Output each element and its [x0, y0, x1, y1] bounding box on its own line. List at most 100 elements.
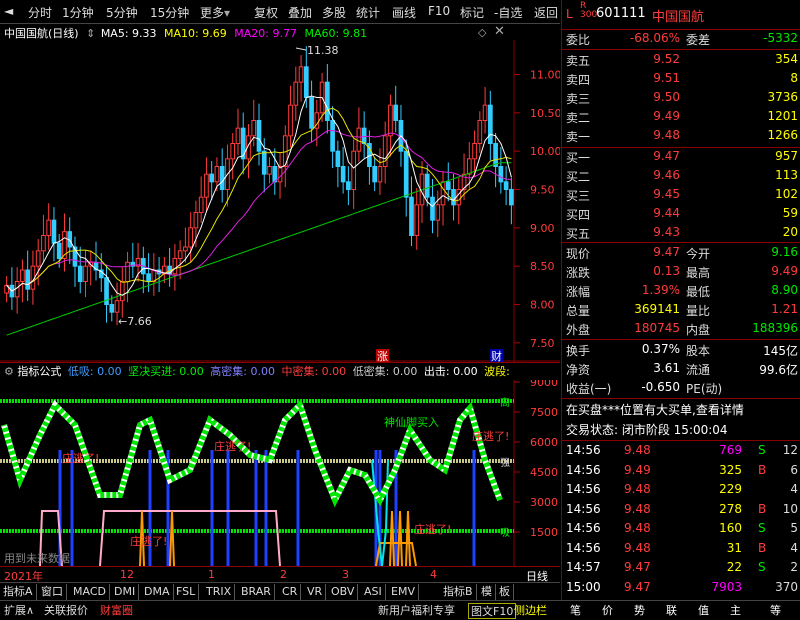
info-row: 收益(一) -0.650 PE(动) [566, 379, 798, 398]
info-value: 3.61 [653, 361, 680, 375]
tool-biaoji[interactable]: 标记 [460, 4, 484, 21]
tab-more[interactable]: 更多▾ [200, 4, 230, 21]
big-order-notice[interactable]: 在买盘***位置有大买单,查看详情 [566, 400, 798, 419]
tab-brar[interactable]: BRAR [238, 584, 275, 600]
settings-diamond-icon[interactable]: ◇ [478, 26, 486, 39]
tick-price: 9.48 [624, 443, 651, 457]
tab-5min[interactable]: 5分钟 [106, 4, 138, 21]
stat-key: 涨幅 [566, 285, 591, 299]
tick-time: 14:56 [566, 501, 601, 516]
candlestick-chart[interactable]: 11.00 10.50 10.00 9.50 9.00 8.50 8.00 7.50 11.3… [0, 40, 560, 362]
tick-count: 4 [790, 540, 798, 555]
bid-label: 买五 [566, 227, 591, 241]
close-icon[interactable]: ✕ [494, 24, 505, 39]
tab-dmi[interactable]: DMI [111, 584, 140, 600]
tick-time: 14:56 [566, 462, 601, 477]
tool-f10[interactable]: F10 [428, 4, 450, 18]
tab-1min[interactable]: 1分钟 [62, 4, 94, 21]
tab-zhibiao-a[interactable]: 指标A [0, 584, 37, 600]
stat-key: 涨跌 [566, 266, 591, 280]
candle-body [51, 219, 57, 244]
tick-price: 9.47 [624, 579, 651, 594]
stat-key: 内盘 [686, 323, 711, 337]
bid-volume: 102 [775, 187, 798, 201]
main-icon[interactable]: 主 [730, 603, 741, 619]
tab-dma[interactable]: DMA [141, 584, 174, 600]
tab-macd[interactable]: MACD [70, 584, 110, 600]
tool-fuquan[interactable]: 复权 [254, 4, 278, 21]
tab-ban[interactable]: 板 [496, 584, 514, 600]
tab-emv[interactable]: EMV [388, 584, 419, 600]
svg-text:财: 财 [491, 349, 502, 362]
value-icon[interactable]: 值 [698, 603, 709, 619]
new-user-link[interactable]: 新用户福利专享 [378, 603, 455, 619]
tool-huaxian[interactable]: 画线 [392, 4, 416, 21]
indicator-name[interactable]: 指标公式 [17, 365, 61, 378]
tab-zhibiao-b[interactable]: 指标B [440, 584, 477, 600]
candle-body [256, 120, 262, 152]
tab-15min[interactable]: 15分钟 [150, 4, 189, 21]
tick-volume: 31 [726, 540, 742, 555]
info-key: 换手 [566, 344, 591, 358]
related-quote-link[interactable]: 关联报价 [44, 603, 88, 619]
tool-duogu[interactable]: 多股 [322, 4, 346, 21]
tick-count: 2 [790, 560, 798, 574]
ask-price: 9.51 [653, 71, 680, 85]
ask-row: 卖一 9.48 1266 [566, 127, 798, 146]
tool-zixuan[interactable]: -自选 [494, 4, 522, 21]
stat-row: 涨跌 0.13 最高 9.49 [566, 263, 798, 282]
tab-fenshi[interactable]: 分时 [28, 4, 52, 21]
tab-fsl[interactable]: FSL [173, 584, 200, 600]
tab-mo[interactable]: 模 [478, 584, 496, 600]
trend-icon[interactable]: 势 [634, 603, 645, 619]
candle-body [35, 250, 41, 267]
info-key: 净资 [566, 363, 591, 377]
ma-chevron-icon[interactable]: ⇕ [86, 27, 95, 40]
stat-value: 1.21 [771, 302, 798, 316]
link-icon[interactable]: 联 [666, 603, 677, 619]
tab-cr[interactable]: CR [279, 584, 302, 600]
tool-fanhui[interactable]: 返回 [534, 4, 558, 21]
tool-tongji[interactable]: 统计 [356, 4, 380, 21]
tool-diejia[interactable]: 叠加 [288, 4, 312, 21]
tick-count: 12 [782, 443, 798, 457]
candle-body [193, 212, 199, 229]
price-axis-label: 9.50 [530, 184, 555, 197]
indicator-gear-icon[interactable]: ⚙ [4, 365, 14, 378]
stat-row: 涨幅 1.39% 最低 8.90 [566, 282, 798, 301]
tick-row: 14:56 9.49 325 B 6 [566, 462, 798, 481]
back-arrow-icon[interactable]: ◄ [4, 4, 13, 18]
candle-body [403, 150, 409, 198]
stock-name[interactable]: 中国国航 [652, 6, 704, 25]
candle-body [41, 235, 46, 252]
ask-volume: 354 [775, 52, 798, 66]
candle-body [451, 189, 456, 206]
time-axis: 2021年 12 1 2 3 4 日线 [0, 566, 560, 583]
info-row: 净资 3.61 流通 99.6亿 [566, 360, 798, 379]
tick-time: 14:56 [566, 540, 601, 555]
etc-icon[interactable]: 等 [770, 603, 781, 619]
stat-value: 9.47 [653, 245, 680, 259]
indicator-chart[interactable]: 9000 7500 6000 4500 3000 1500 庄逃了! 庄逃了! 神仙脚买入… [0, 380, 560, 566]
expand-button[interactable]: 扩展∧ [4, 603, 34, 619]
stat-value: 8.90 [771, 283, 798, 297]
candle-body [477, 120, 483, 144]
xaxis-3: 3 [342, 568, 349, 581]
wealth-circle-link[interactable]: 财富圈 [100, 603, 133, 619]
stat-row: 总量 369141 量比 1.21 [566, 301, 798, 320]
f10-image-link[interactable]: 图文F10 [468, 603, 517, 619]
sidebar-toggle[interactable]: 侧边栏 [514, 603, 547, 619]
price-icon[interactable]: 价 [602, 603, 613, 619]
tick-volume: 229 [719, 482, 742, 496]
xaxis-4: 4 [430, 568, 437, 581]
tab-chuangkou[interactable]: 窗口 [38, 584, 67, 600]
candle-body [482, 104, 488, 121]
price-axis-label: 8.50 [530, 260, 555, 273]
tab-vr[interactable]: VR [304, 584, 327, 600]
ask-volume: 1266 [767, 128, 798, 142]
tab-obv[interactable]: OBV [328, 584, 359, 600]
tab-trix[interactable]: TRIX [203, 584, 236, 600]
pen-icon[interactable]: 笔 [570, 603, 581, 619]
tick-row: 15:00 9.47 7903 370 [566, 579, 798, 598]
tab-asi[interactable]: ASI [361, 584, 386, 600]
